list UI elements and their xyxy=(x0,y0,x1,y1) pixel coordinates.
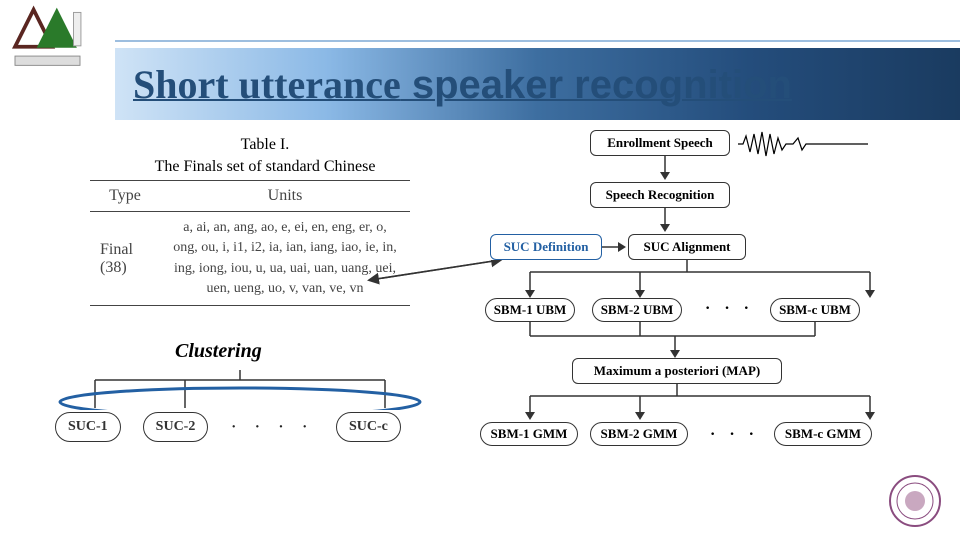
section-title-bar: Short utterance speaker recognition xyxy=(115,48,960,120)
suc-1: SUC-1 xyxy=(55,412,121,442)
th-type: Type xyxy=(90,181,160,212)
suc-2: SUC-2 xyxy=(143,412,209,442)
arrow-sr-align xyxy=(658,208,672,234)
arrow-def-align xyxy=(602,240,628,254)
box-gmm-c: SBM-c GMM xyxy=(774,422,872,446)
table-caption-line1: Table I. xyxy=(115,134,415,156)
arrow-enroll-sr xyxy=(658,156,672,182)
logo xyxy=(10,5,85,70)
branch-ubm-map xyxy=(480,322,920,362)
box-ubm-1: SBM-1 UBM xyxy=(485,298,575,322)
gmm-dots: · · · xyxy=(710,426,759,444)
flowchart: Enrollment Speech Speech Recognition SUC… xyxy=(480,130,920,490)
suc-c: SUC-c xyxy=(336,412,401,442)
title-plain: speaker recognition xyxy=(401,63,792,107)
title-emphasis: Short utterance xyxy=(133,62,401,107)
td-final-label: Final (38) xyxy=(90,212,160,306)
box-gmm-1: SBM-1 GMM xyxy=(480,422,578,446)
waveform-icon xyxy=(738,130,868,158)
box-suc-alignment: SUC Alignment xyxy=(628,234,746,260)
branch-map-gmm xyxy=(480,384,920,424)
th-units: Units xyxy=(160,181,410,212)
clustering-label: Clustering xyxy=(175,340,262,363)
section-title: Short utterance speaker recognition xyxy=(133,61,792,108)
suc-dots: · · · · xyxy=(230,416,314,439)
ubm-dots: · · · xyxy=(705,300,754,318)
table-caption-line2: The Finals set of standard Chinese xyxy=(115,156,415,178)
box-suc-definition: SUC Definition xyxy=(490,234,602,260)
box-enroll: Enrollment Speech xyxy=(590,130,730,156)
box-gmm-2: SBM-2 GMM xyxy=(590,422,688,446)
table-caption: Table I. The Finals set of standard Chin… xyxy=(115,134,415,177)
box-ubm-c: SBM-c UBM xyxy=(770,298,860,322)
university-seal-icon xyxy=(888,474,942,528)
suc-row: SUC-1 SUC-2 · · · · SUC-c xyxy=(55,412,401,442)
box-map: Maximum a posteriori (MAP) xyxy=(572,358,782,384)
branch-align-ubm xyxy=(480,260,920,300)
box-speech-recognition: Speech Recognition xyxy=(590,182,730,208)
box-ubm-2: SBM-2 UBM xyxy=(592,298,682,322)
